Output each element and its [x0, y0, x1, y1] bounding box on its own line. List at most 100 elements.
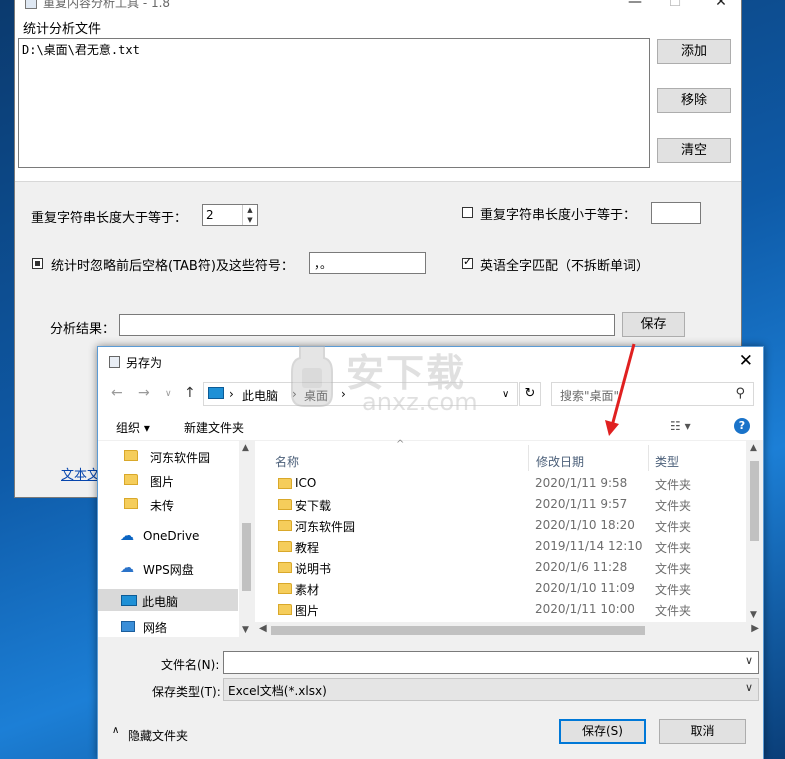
collapse-icon[interactable]: ∧	[112, 725, 119, 736]
computer-icon	[208, 387, 224, 399]
organize-menu[interactable]: 组织 ▾	[116, 419, 150, 436]
column-header-type[interactable]: 类型	[655, 453, 679, 470]
column-divider[interactable]	[648, 445, 649, 471]
forward-arrow-icon[interactable]: →	[138, 385, 150, 401]
title-bar[interactable]: 重复内容分析工具 - 1.8 — ☐ ✕	[15, 0, 741, 12]
file-row[interactable]: 教程 2019/11/14 12:10 文件夹	[270, 536, 745, 557]
nav-item-weichuan[interactable]: 未传	[98, 493, 238, 515]
new-folder-button[interactable]: 新建文件夹	[184, 419, 244, 436]
navigation-pane[interactable]: 河东软件园 图片 未传 ☁ OneDrive ☁ WPS网盘 此电脑 网络 ▲	[98, 441, 254, 637]
up-arrow-icon[interactable]: ↑	[184, 385, 196, 401]
breadcrumb-desktop[interactable]: 桌面	[304, 387, 328, 404]
breadcrumb-separator-icon[interactable]: ›	[341, 387, 346, 401]
folder-icon	[278, 541, 292, 552]
folder-icon	[278, 583, 292, 594]
spinner-arrows-icon[interactable]: ▲ ▼	[242, 205, 257, 225]
minimize-button[interactable]: —	[625, 0, 645, 10]
max-length-checkbox[interactable]	[462, 207, 473, 218]
back-arrow-icon[interactable]: ←	[111, 385, 123, 401]
file-list-item[interactable]: D:\桌面\君无意.txt	[22, 41, 646, 58]
nav-scroll-thumb[interactable]	[242, 523, 251, 591]
dialog-title-bar[interactable]: 另存为 ✕	[98, 347, 763, 377]
scroll-down-icon[interactable]: ▼	[242, 625, 249, 635]
address-dropdown-icon[interactable]: ∨	[502, 389, 509, 400]
max-length-input[interactable]	[651, 202, 701, 224]
search-icon[interactable]: ⚲	[735, 386, 745, 401]
result-path-input[interactable]	[119, 314, 615, 336]
folder-icon	[278, 604, 292, 615]
filename-input[interactable]: ∨	[223, 651, 759, 674]
history-dropdown-icon[interactable]: ∨	[165, 389, 172, 399]
file-list[interactable]: D:\桌面\君无意.txt	[18, 38, 650, 168]
chevron-down-icon[interactable]: ∨	[745, 681, 753, 694]
file-row[interactable]: 图片 2020/1/11 10:00 文件夹	[270, 599, 745, 620]
maximize-button[interactable]: ☐	[665, 0, 685, 10]
nav-item-hedong[interactable]: 河东软件园	[98, 445, 238, 467]
scroll-up-icon[interactable]: ▲	[750, 443, 757, 453]
filename-label: 文件名(N):	[161, 658, 220, 672]
folder-icon	[278, 478, 292, 489]
filetype-label: 保存类型(T):	[152, 685, 221, 699]
chevron-down-icon[interactable]: ∨	[745, 654, 753, 667]
dialog-cancel-button[interactable]: 取消	[659, 719, 746, 744]
nav-item-this-pc[interactable]: 此电脑	[98, 589, 238, 611]
file-type: 文件夹	[655, 583, 692, 597]
breadcrumb-separator-icon[interactable]: ›	[229, 387, 234, 401]
file-row[interactable]: 素材 2020/1/10 11:09 文件夹	[270, 578, 745, 599]
dialog-save-button[interactable]: 保存(S)	[559, 719, 646, 744]
refresh-icon[interactable]: ↻	[519, 382, 541, 406]
file-row[interactable]: ICO 2020/1/11 9:58 文件夹	[270, 473, 745, 494]
column-header-name[interactable]: 名称	[275, 453, 299, 470]
file-row[interactable]: 河东软件园 2020/1/10 18:20 文件夹	[270, 515, 745, 536]
file-type: 文件夹	[655, 604, 692, 618]
file-scrollbar[interactable]: ▲ ▼	[746, 441, 763, 622]
breadcrumb-separator-icon[interactable]: ›	[292, 387, 297, 401]
nav-item-pictures[interactable]: 图片	[98, 469, 238, 491]
file-type: 文件夹	[655, 499, 692, 513]
nav-item-label: 网络	[143, 621, 168, 635]
file-date: 2020/1/6 11:28	[535, 560, 628, 574]
english-match-checkbox[interactable]	[462, 255, 473, 269]
file-scroll-thumb[interactable]	[750, 461, 759, 541]
file-date: 2020/1/10 11:09	[535, 581, 635, 595]
result-save-button[interactable]: 保存	[622, 312, 685, 337]
folder-icon	[278, 520, 292, 531]
column-header-date[interactable]: 修改日期	[536, 453, 584, 470]
ignore-symbols-checkbox[interactable]	[32, 258, 43, 269]
scroll-left-icon[interactable]: ◀	[259, 623, 267, 634]
help-icon[interactable]: ?	[734, 418, 750, 434]
remove-button[interactable]: 移除	[657, 88, 731, 113]
nav-item-wps[interactable]: ☁ WPS网盘	[98, 557, 238, 579]
file-date: 2020/1/11 9:58	[535, 476, 628, 490]
scroll-up-icon[interactable]: ▲	[242, 443, 249, 453]
file-list-pane[interactable]: ^ 名称 修改日期 类型 ICO 2020/1/11 9:58 文件夹 安下载 2020…	[255, 439, 763, 637]
horizontal-scroll-thumb[interactable]	[271, 626, 645, 635]
horizontal-scrollbar[interactable]: ◀ ▶	[255, 622, 763, 639]
clear-button[interactable]: 清空	[657, 138, 731, 163]
min-length-value[interactable]: 2	[206, 208, 214, 222]
folder-icon	[278, 499, 292, 510]
nav-item-network[interactable]: 网络	[98, 615, 238, 637]
hide-folders-toggle[interactable]: 隐藏文件夹	[128, 727, 188, 744]
navigation-row: ← → ∨ ↑ › 此电脑 › 桌面 › ∨ ↻ 搜索"桌面" ⚲	[98, 377, 763, 413]
view-options-icon[interactable]: ☷ ▾	[670, 419, 691, 433]
min-length-spinner[interactable]: 2 ▲ ▼	[202, 204, 258, 226]
filetype-select[interactable]: Excel文档(*.xlsx) ∨	[223, 678, 759, 701]
breadcrumb-this-pc[interactable]: 此电脑	[242, 387, 278, 404]
search-input[interactable]: 搜索"桌面" ⚲	[551, 382, 754, 406]
text-link[interactable]: 文本文	[61, 464, 100, 483]
scroll-down-icon[interactable]: ▼	[750, 610, 757, 620]
file-row[interactable]: 说明书 2020/1/6 11:28 文件夹	[270, 557, 745, 578]
ignore-symbols-input[interactable]: ，。	[309, 252, 426, 274]
dialog-toolbar: 组织 ▾ 新建文件夹 ☷ ▾ ?	[98, 413, 763, 441]
close-button[interactable]: ✕	[711, 0, 731, 10]
nav-scrollbar[interactable]: ▲ ▼	[239, 441, 254, 637]
dialog-close-icon[interactable]: ✕	[739, 351, 753, 371]
nav-item-onedrive[interactable]: ☁ OneDrive	[98, 525, 238, 547]
scroll-right-icon[interactable]: ▶	[751, 623, 759, 634]
add-button[interactable]: 添加	[657, 39, 731, 64]
address-bar[interactable]: › 此电脑 › 桌面 › ∨	[203, 382, 518, 406]
file-row[interactable]: 安下载 2020/1/11 9:57 文件夹	[270, 494, 745, 515]
column-divider[interactable]	[528, 445, 529, 471]
file-type: 文件夹	[655, 562, 692, 576]
